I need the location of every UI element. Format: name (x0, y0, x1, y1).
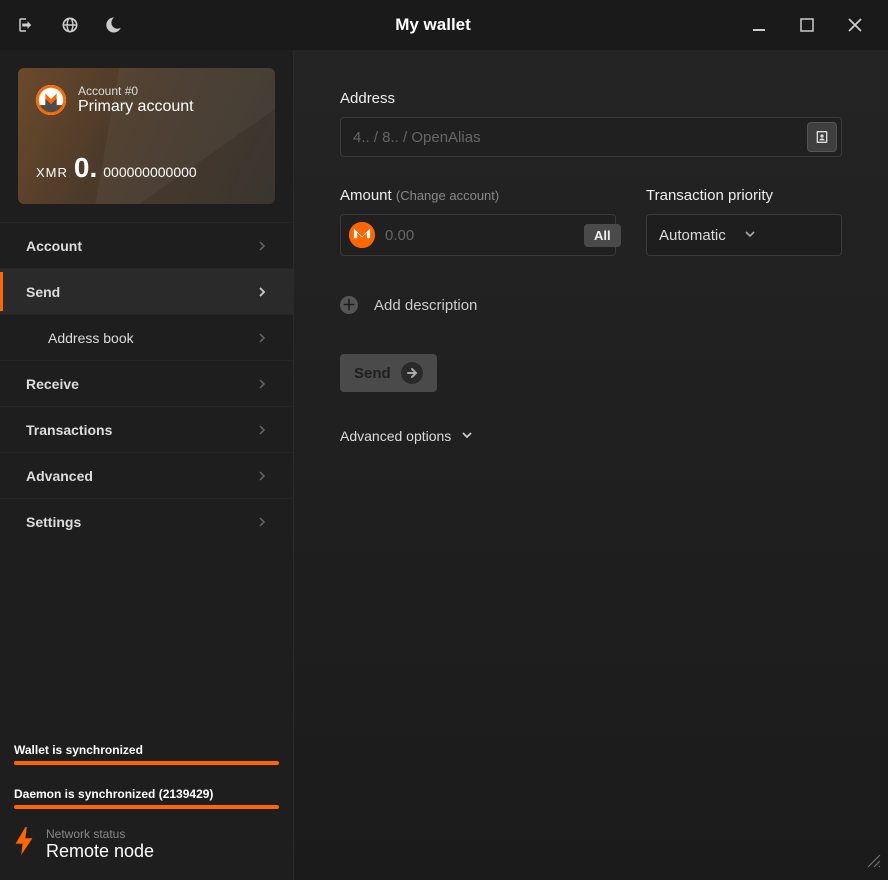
send-button[interactable]: Send (340, 354, 437, 392)
account-card[interactable]: Account #0 Primary account XMR 0. 000000… (18, 68, 275, 204)
network-status-value: Remote node (46, 841, 154, 862)
globe-icon[interactable] (58, 13, 82, 37)
chevron-down-icon (744, 227, 829, 244)
nav-address-book[interactable]: Address book (0, 314, 293, 360)
daemon-sync-progress (14, 805, 279, 809)
window-title: My wallet (126, 15, 740, 35)
address-input-wrap (340, 117, 842, 157)
monero-icon (349, 222, 375, 248)
chevron-right-icon (257, 330, 267, 346)
daemon-sync-status: Daemon is synchronized (2139429) (14, 787, 279, 801)
account-name: Primary account (78, 98, 194, 116)
resize-grip-icon[interactable] (866, 853, 882, 874)
nav-send[interactable]: Send (0, 268, 293, 314)
chevron-right-icon (257, 376, 267, 392)
chevron-right-icon (257, 468, 267, 484)
add-description-button[interactable]: ＋ Add description (340, 296, 842, 314)
change-account-link[interactable]: (Change account) (396, 188, 499, 203)
minimize-button[interactable] (740, 10, 778, 40)
advanced-options-toggle[interactable]: Advanced options (340, 428, 842, 444)
close-button[interactable] (836, 10, 874, 40)
monero-logo-icon (36, 85, 66, 115)
address-book-button[interactable] (807, 122, 837, 152)
chevron-right-icon (257, 514, 267, 530)
chevron-down-icon (461, 428, 473, 444)
arrow-right-icon (401, 362, 423, 384)
nav-advanced[interactable]: Advanced (0, 452, 293, 498)
chevron-right-icon (257, 284, 267, 300)
network-status-label: Network status (46, 827, 154, 841)
bolt-icon (14, 827, 34, 862)
account-balance: XMR 0. 000000000000 (36, 152, 257, 184)
wallet-sync-progress (14, 761, 279, 765)
chevron-right-icon (257, 238, 267, 254)
logout-icon[interactable] (14, 13, 38, 37)
nav-account[interactable]: Account (0, 222, 293, 268)
nav-settings[interactable]: Settings (0, 498, 293, 544)
nav-transactions[interactable]: Transactions (0, 406, 293, 452)
wallet-sync-status: Wallet is synchronized (14, 743, 279, 757)
address-label: Address (340, 90, 842, 107)
priority-label: Transaction priority (646, 187, 842, 204)
account-number: Account #0 (78, 84, 194, 98)
maximize-button[interactable] (788, 10, 826, 40)
priority-select[interactable]: Automatic (646, 214, 842, 256)
nav-receive[interactable]: Receive (0, 360, 293, 406)
amount-label: Amount (Change account) (340, 187, 616, 204)
all-button[interactable]: All (584, 224, 621, 247)
plus-icon: ＋ (340, 296, 358, 314)
amount-input[interactable] (375, 227, 584, 244)
chevron-right-icon (257, 422, 267, 438)
address-input[interactable] (353, 129, 807, 146)
moon-icon[interactable] (102, 13, 126, 37)
